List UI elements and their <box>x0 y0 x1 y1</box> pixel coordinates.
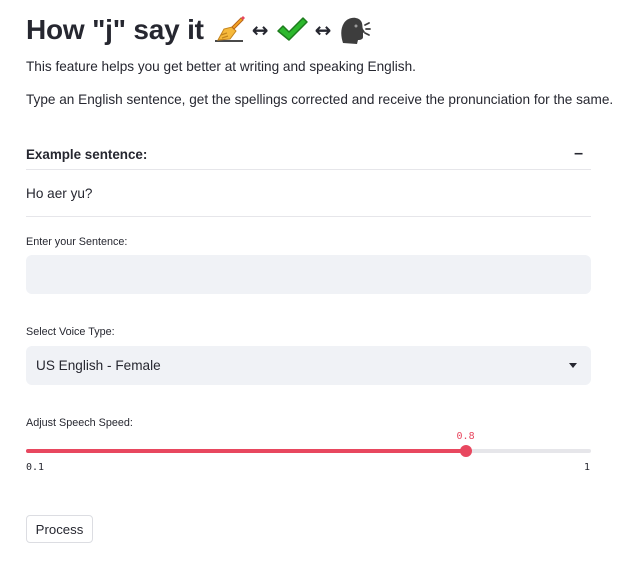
writing-hand-icon <box>212 13 246 47</box>
instructions-text: Type an English sentence, get the spelli… <box>26 92 614 107</box>
slider-min-value: 0.1 <box>26 462 45 473</box>
voice-select-label: Select Voice Type: <box>26 326 115 338</box>
speaking-head-icon <box>337 13 372 47</box>
expander-header[interactable]: Example sentence: – <box>26 139 591 170</box>
collapse-icon[interactable]: – <box>574 145 591 163</box>
page-title-row: How "j" say it ↔ ↔ <box>26 10 372 50</box>
example-sentence-text: Ho aer yu? <box>26 170 591 217</box>
speed-slider-thumb[interactable] <box>459 445 472 457</box>
double-arrow-1: ↔ <box>251 18 269 42</box>
expander-label: Example sentence: <box>26 146 148 162</box>
voice-type-selected: US English - Female <box>36 358 161 373</box>
speed-slider-fill <box>26 449 466 453</box>
slider-max-value: 1 <box>584 462 591 473</box>
chevron-down-icon <box>569 363 577 368</box>
example-sentence-expander: Example sentence: – Ho aer yu? <box>26 139 591 217</box>
voice-type-select[interactable]: US English - Female <box>26 346 591 385</box>
speed-slider-label: Adjust Speech Speed: <box>26 417 133 429</box>
check-mark-icon <box>275 13 309 47</box>
speed-slider-track[interactable] <box>26 445 591 457</box>
slider-current-value: 0.8 <box>456 431 475 442</box>
sentence-input[interactable] <box>26 255 591 294</box>
process-button[interactable]: Process <box>26 515 93 543</box>
page-title: How "j" say it <box>26 14 204 45</box>
double-arrow-2: ↔ <box>314 18 332 42</box>
sentence-input-label: Enter your Sentence: <box>26 236 128 248</box>
feature-description: This feature helps you get better at wri… <box>26 59 416 74</box>
